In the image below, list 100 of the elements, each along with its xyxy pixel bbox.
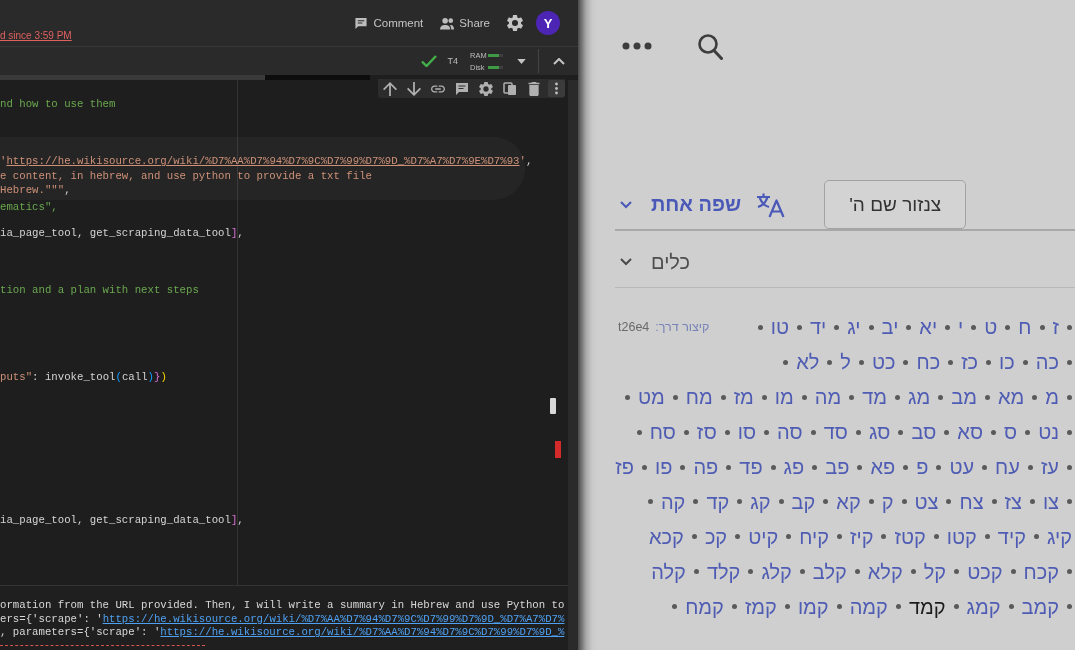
chapter-link[interactable]: צט — [914, 489, 939, 514]
arrow-down-icon[interactable] — [407, 81, 421, 96]
vertical-scrollbar[interactable] — [568, 80, 578, 650]
chapter-link[interactable]: מא — [997, 385, 1025, 410]
chapter-link[interactable]: ק — [881, 489, 894, 514]
chapter-link[interactable]: מו — [774, 385, 794, 410]
url-link[interactable]: https://he.wikisource.org/wiki/%D7%AA%D7%94%D7%9C%D7%99%D7%9D_% — [160, 626, 565, 638]
chapter-link[interactable]: יב — [881, 315, 899, 340]
caret-icon[interactable] — [517, 58, 526, 64]
share-button[interactable]: Share — [440, 16, 490, 30]
chapter-link[interactable]: קמב — [1021, 594, 1059, 619]
chapter-link[interactable]: יג — [847, 315, 861, 340]
chapter-link[interactable]: קב — [791, 489, 816, 514]
chapter-link[interactable]: פד — [739, 455, 763, 479]
chapter-link[interactable]: פא — [870, 455, 896, 479]
chevron-up-icon[interactable] — [553, 57, 565, 65]
chapter-link[interactable]: קלב — [812, 559, 847, 584]
chapter-link[interactable]: יד — [810, 315, 827, 340]
chapter-link[interactable]: י — [958, 315, 964, 340]
chapter-link[interactable]: עט — [949, 455, 975, 479]
chapter-link[interactable]: צח — [959, 489, 984, 514]
runtime-type-label[interactable]: T4 — [447, 56, 458, 66]
chapter-link[interactable]: קיט — [748, 524, 779, 549]
chapter-link[interactable]: קמה — [849, 594, 888, 619]
chapter-link[interactable]: קמד — [908, 594, 946, 619]
settings-icon[interactable] — [507, 15, 523, 31]
chapter-link[interactable]: עז — [1040, 455, 1059, 479]
chapter-link[interactable]: קיח — [799, 524, 829, 549]
more-icon[interactable] — [622, 42, 652, 50]
chapter-link[interactable]: מד — [862, 385, 888, 410]
chapter-link[interactable]: קלא — [867, 559, 903, 584]
chapter-link[interactable]: צו — [1042, 489, 1059, 514]
url-link[interactable]: https://he.wikisource.org/wiki/%D7%AA%D7%94%D7%9C%D7%99%D7%9D_%D7%A7%D7%9E%D7%93 — [6, 155, 520, 168]
chapter-link[interactable]: טו — [770, 315, 789, 340]
chapter-link[interactable]: פג — [783, 455, 805, 479]
chapter-link[interactable]: פ — [916, 455, 929, 479]
chapter-link[interactable]: כה — [1035, 350, 1059, 375]
chapter-link[interactable]: כז — [961, 350, 979, 375]
chapter-link[interactable]: מה — [814, 385, 842, 410]
save-status-link[interactable]: d since 3:59 PM — [0, 30, 72, 42]
tools-menu-toggle[interactable]: כלים — [615, 250, 696, 274]
chapter-link[interactable]: קכ — [704, 524, 728, 549]
chapter-link[interactable]: נט — [1038, 420, 1059, 445]
mirror-cell-icon[interactable] — [503, 81, 517, 96]
trash-icon[interactable] — [527, 81, 541, 96]
chapter-link[interactable]: ל — [840, 350, 851, 375]
chapter-link[interactable]: פב — [825, 455, 850, 479]
chapter-link[interactable]: קמו — [797, 594, 829, 619]
chapter-link[interactable]: סא — [957, 420, 984, 445]
language-button[interactable]: שפה אחת — [615, 191, 792, 218]
account-avatar[interactable]: Y — [536, 11, 560, 35]
censor-button[interactable]: צנזור שם ה' — [824, 180, 967, 229]
chapter-link[interactable]: ט — [984, 315, 998, 340]
chapter-link[interactable]: יא — [919, 315, 938, 340]
chapter-link[interactable]: כח — [916, 350, 941, 375]
chapter-link[interactable]: קכא — [649, 524, 684, 549]
chapter-link[interactable]: סו — [737, 420, 757, 445]
chapter-link[interactable]: קכט — [967, 559, 1003, 584]
comment-icon[interactable] — [455, 81, 469, 96]
comment-button[interactable]: Comment — [354, 16, 424, 30]
chapter-link[interactable]: קג — [750, 489, 771, 514]
search-icon[interactable] — [697, 32, 723, 60]
chapter-link[interactable]: מט — [637, 385, 665, 410]
chapter-link[interactable]: ח — [1018, 315, 1032, 340]
chapter-link[interactable]: קמז — [744, 594, 777, 619]
chapter-link[interactable]: קא — [836, 489, 861, 514]
chapter-link[interactable]: סח — [649, 420, 676, 445]
chapter-link[interactable]: קלה — [651, 559, 686, 584]
chapter-link[interactable]: מז — [733, 385, 754, 410]
chapter-link[interactable]: ז — [1052, 315, 1059, 340]
chapter-link[interactable]: לא — [796, 350, 820, 375]
chapter-link[interactable]: קכח — [1023, 559, 1059, 584]
chapter-link[interactable]: מב — [951, 385, 977, 410]
chapter-link[interactable]: קיד — [997, 524, 1026, 549]
chapter-link[interactable]: סג — [868, 420, 891, 445]
chapter-link[interactable]: מ — [1045, 385, 1059, 410]
chapter-link[interactable]: סה — [777, 420, 803, 445]
chapter-link[interactable]: פה — [693, 455, 719, 479]
chapter-link[interactable]: סב — [911, 420, 937, 445]
chapter-link[interactable]: קה — [660, 489, 686, 514]
chapter-link[interactable]: קל — [923, 559, 947, 584]
chapter-link[interactable]: מח — [685, 385, 713, 410]
chapter-link[interactable]: פז — [615, 455, 634, 479]
chapter-link[interactable]: כו — [999, 350, 1015, 375]
chapter-link[interactable]: קיז — [850, 524, 874, 549]
settings-icon[interactable] — [479, 81, 493, 96]
chapter-link[interactable]: צז — [1004, 489, 1022, 514]
chapter-link[interactable]: עח — [995, 455, 1020, 479]
arrow-up-icon[interactable] — [383, 81, 397, 96]
chapter-link[interactable]: סד — [823, 420, 848, 445]
chapter-link[interactable]: פו — [655, 455, 673, 479]
chapter-link[interactable]: קיג — [1046, 524, 1072, 549]
chapter-link[interactable]: קטז — [894, 524, 926, 549]
chapter-link[interactable]: קלד — [706, 559, 741, 584]
chapter-link[interactable]: קמג — [966, 594, 1001, 619]
chapter-link[interactable]: קד — [706, 489, 730, 514]
chapter-link[interactable]: קלג — [761, 559, 792, 584]
chapter-link[interactable]: קטו — [946, 524, 977, 549]
chapter-link[interactable]: כט — [871, 350, 896, 375]
more-options-icon[interactable] — [548, 80, 565, 97]
